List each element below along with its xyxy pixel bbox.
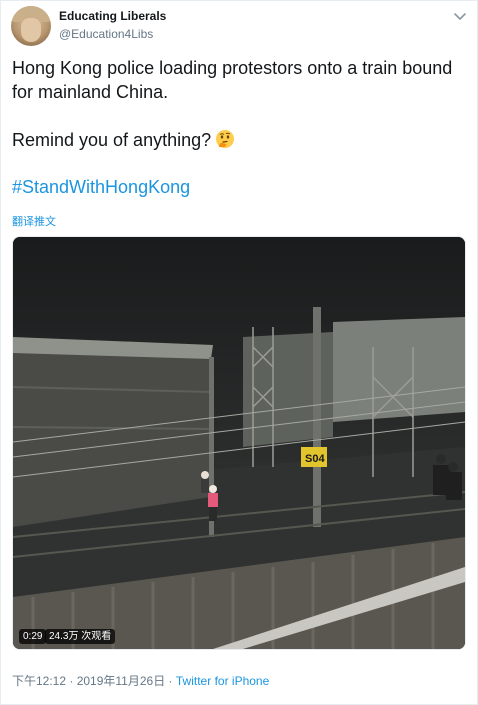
thinking-face-icon <box>215 129 235 149</box>
video-duration-badge: 0:29 <box>19 629 47 644</box>
meta-separator: · <box>66 674 77 688</box>
chevron-down-icon[interactable] <box>452 10 468 22</box>
author-name[interactable]: Educating Liberals <box>59 9 166 23</box>
tweet-text-question: Remind you of anything? <box>12 130 212 150</box>
hashtag-link[interactable]: #StandWithHongKong <box>12 175 190 199</box>
track-sign-text: S04 <box>305 453 325 465</box>
video-frame: S04 <box>13 237 465 649</box>
tweet-text-line1: Hong Kong police loading protestors onto… <box>12 58 453 102</box>
avatar[interactable] <box>11 6 51 46</box>
tweet-card: Educating Liberals @Education4Libs Hong … <box>0 0 478 705</box>
video-player[interactable]: S04 0:29 24.3万 次观看 <box>12 236 466 650</box>
tweet-text: Hong Kong police loading protestors onto… <box>12 56 467 152</box>
author-handle[interactable]: @Education4Libs <box>59 27 153 41</box>
tweet-source-link[interactable]: Twitter for iPhone <box>176 674 269 688</box>
avatar-face <box>21 18 41 42</box>
tweet-meta: 下午12:12 · 2019年11月26日 · Twitter for iPho… <box>12 672 269 689</box>
tweet-date[interactable]: 2019年11月26日 <box>77 674 166 688</box>
video-view-count-badge: 24.3万 次观看 <box>45 629 116 644</box>
meta-separator: · <box>165 674 176 688</box>
tweet-text-line2: Remind you of anything? <box>12 128 467 152</box>
translate-tweet-link[interactable]: 翻译推文 <box>12 213 56 229</box>
tweet-time[interactable]: 下午12:12 <box>12 674 66 688</box>
